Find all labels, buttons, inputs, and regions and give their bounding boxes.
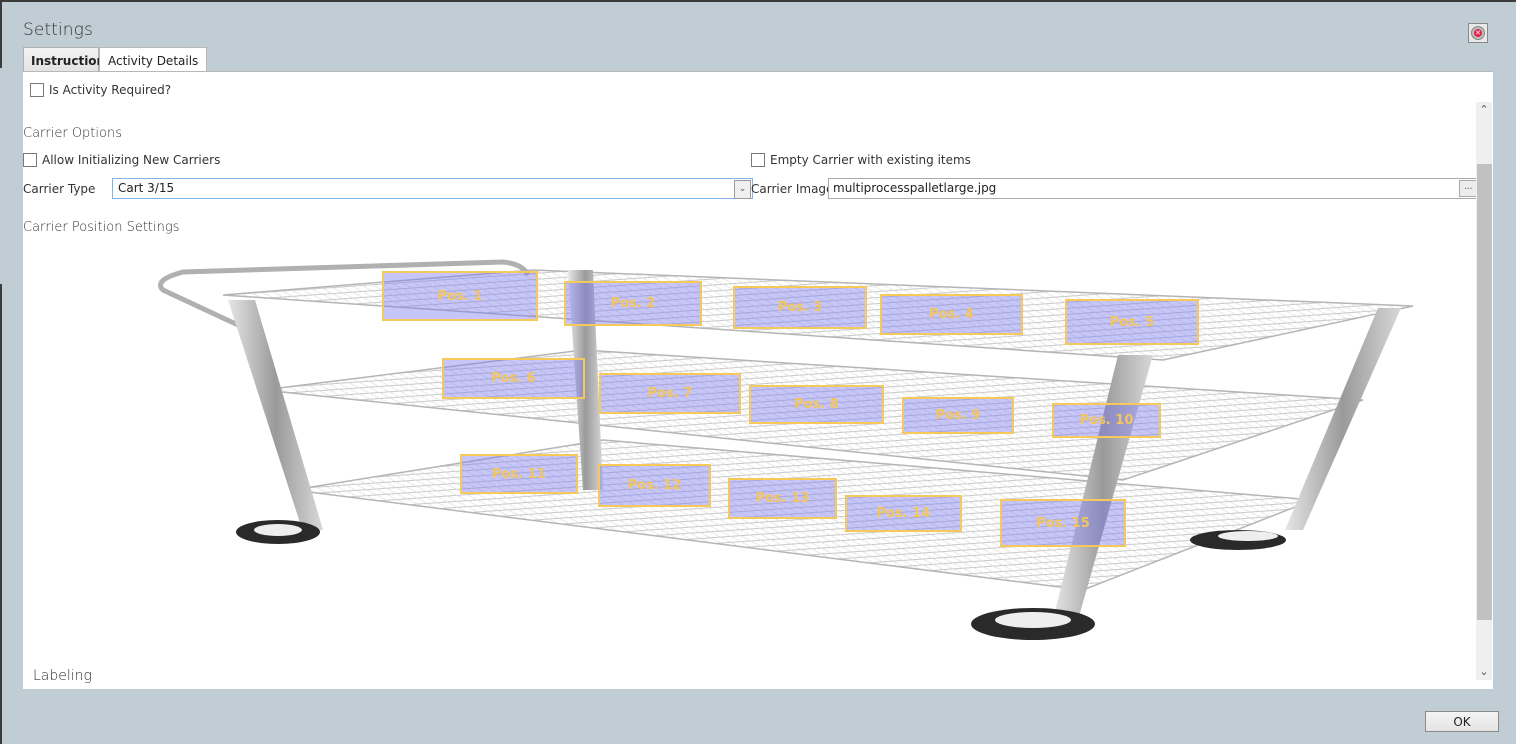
position-slot-11[interactable]: Pos. 11: [460, 454, 578, 494]
carrier-image-value: multiprocesspalletlarge.jpg: [833, 181, 997, 195]
position-slot-12[interactable]: Pos. 12: [598, 464, 711, 507]
carrier-image-label: Carrier Image:: [751, 182, 838, 196]
tab-instruction[interactable]: Instruction: [23, 47, 105, 72]
close-button[interactable]: ✕: [1468, 23, 1488, 43]
allow-init-row: Allow Initializing New Carriers: [23, 153, 220, 167]
position-slot-10[interactable]: Pos. 10: [1052, 403, 1161, 438]
position-slot-9[interactable]: Pos. 9: [902, 397, 1014, 434]
activity-required-row: Is Activity Required?: [30, 83, 171, 97]
carrier-image: Pos. 1 Pos. 2 Pos. 3 Pos. 4 Pos. 5 Pos. …: [23, 240, 1475, 660]
empty-carrier-label: Empty Carrier with existing items: [770, 153, 971, 167]
position-settings-heading: Carrier Position Settings: [23, 220, 180, 235]
carrier-type-label: Carrier Type: [23, 182, 96, 196]
position-slot-6[interactable]: Pos. 6: [442, 358, 585, 399]
allow-init-checkbox[interactable]: [23, 153, 37, 167]
position-slot-8[interactable]: Pos. 8: [749, 385, 884, 424]
tab-bar: Instruction Activity Details: [23, 47, 208, 73]
activity-details-panel: Is Activity Required? Carrier Options Al…: [23, 71, 1493, 689]
window-border: [0, 0, 1516, 2]
carrier-image-input[interactable]: multiprocesspalletlarge.jpg ...: [828, 178, 1479, 199]
carrier-type-select[interactable]: Cart 3/15 ⌄: [112, 178, 753, 199]
chevron-down-icon[interactable]: ⌄: [734, 180, 751, 199]
window-title: Settings: [23, 20, 93, 40]
position-slot-13[interactable]: Pos. 13: [728, 478, 837, 519]
activity-required-checkbox[interactable]: [30, 83, 44, 97]
chevron-down-icon[interactable]: ⌄: [1476, 664, 1492, 680]
carrier-options-heading: Carrier Options: [23, 126, 122, 141]
window-border: [0, 0, 2, 68]
tab-activity-details[interactable]: Activity Details: [99, 47, 208, 73]
empty-carrier-checkbox[interactable]: [751, 153, 765, 167]
vertical-scrollbar[interactable]: ⌃ ⌄: [1476, 102, 1492, 680]
position-slot-3[interactable]: Pos. 3: [733, 286, 867, 329]
position-slot-15[interactable]: Pos. 15: [1000, 499, 1126, 547]
position-slot-2[interactable]: Pos. 2: [564, 281, 702, 326]
position-slot-4[interactable]: Pos. 4: [880, 294, 1023, 335]
position-slot-14[interactable]: Pos. 14: [845, 495, 962, 532]
carrier-type-value: Cart 3/15: [118, 181, 175, 195]
labeling-heading: Labeling: [33, 668, 92, 684]
allow-init-label: Allow Initializing New Carriers: [42, 153, 221, 167]
browse-button[interactable]: ...: [1459, 180, 1477, 197]
ok-button[interactable]: OK: [1425, 711, 1499, 732]
scrollbar-thumb[interactable]: [1477, 164, 1492, 620]
chevron-up-icon[interactable]: ⌃: [1476, 102, 1492, 118]
position-slot-1[interactable]: Pos. 1: [382, 271, 538, 321]
position-slot-5[interactable]: Pos. 5: [1065, 299, 1199, 345]
close-circle-icon: ✕: [1471, 26, 1485, 40]
empty-carrier-row: Empty Carrier with existing items: [751, 153, 971, 167]
position-slot-7[interactable]: Pos. 7: [599, 373, 741, 414]
activity-required-label: Is Activity Required?: [49, 83, 172, 97]
window-border: [0, 284, 2, 744]
